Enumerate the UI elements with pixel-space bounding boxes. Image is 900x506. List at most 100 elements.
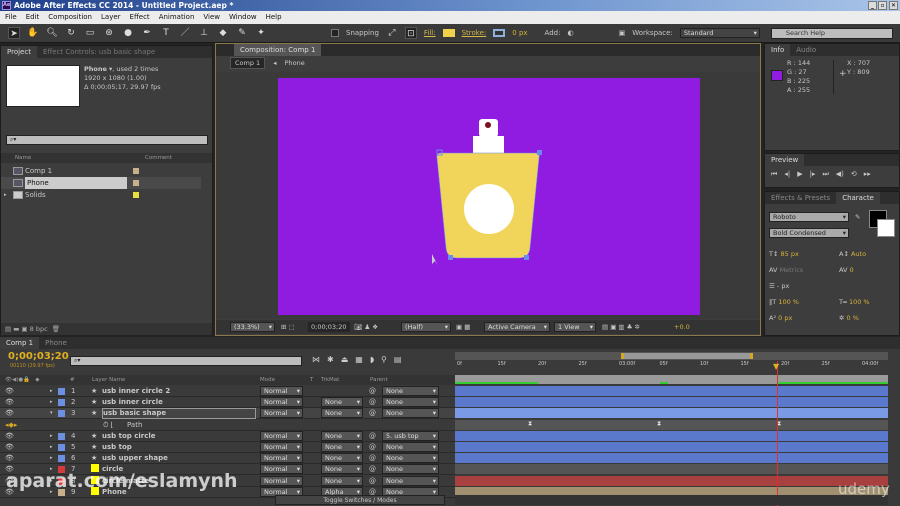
horizontal-scale[interactable]: 100 % [849, 298, 870, 306]
rotate-tool-icon[interactable]: ↻ [65, 27, 77, 39]
mode-select[interactable]: Normal [260, 453, 303, 464]
camera-select[interactable]: Active Camera [484, 322, 550, 332]
pick-whip-icon[interactable]: @ [369, 397, 376, 408]
layer-label-color[interactable] [58, 455, 65, 463]
mode-select[interactable]: Normal [260, 442, 303, 452]
layer-name[interactable]: usb inner circle 2 [102, 386, 170, 397]
minimize-button[interactable]: _ [868, 1, 877, 10]
tab-preview[interactable]: Preview [765, 154, 805, 166]
visibility-icon[interactable]: 👁︎ [5, 431, 14, 442]
layer-duration-bar[interactable] [455, 442, 888, 452]
menu-help[interactable]: Help [266, 11, 282, 24]
menu-effect[interactable]: Effect [130, 11, 150, 24]
stroke-color-swatch[interactable] [877, 219, 895, 237]
trkmat-select[interactable]: None [321, 408, 363, 419]
trkmat-select[interactable]: None [321, 464, 363, 475]
pen-tool-icon[interactable]: ✒ [141, 27, 153, 39]
property-row-path[interactable]: ◂◆▸ ⏱ ⌊ Path [0, 420, 455, 431]
layer-duration-bar[interactable] [455, 386, 888, 396]
layer-duration-bar[interactable] [455, 430, 888, 441]
toggle-switches-modes-button[interactable]: Toggle Switches / Modes [275, 495, 445, 505]
timeline-search-input[interactable]: ⌕▾ [70, 356, 302, 366]
baseline-shift[interactable]: 0 px [778, 314, 792, 322]
mode-select[interactable]: Normal [260, 386, 303, 396]
project-search-input[interactable]: ⌕▾ [6, 135, 208, 145]
pick-whip-icon[interactable]: @ [369, 386, 376, 397]
layer-row[interactable]: 👁︎ ▾ 3 ★ usb basic shape Normal None @ N… [0, 408, 455, 420]
stroke-width[interactable]: 0 px [512, 29, 527, 37]
comp-viewer[interactable] [216, 72, 760, 319]
layer-row[interactable]: 👁︎ ▸ 1 ★ usb inner circle 2 Normal @ Non… [0, 386, 455, 397]
next-frame-icon[interactable]: |▸ [810, 170, 816, 179]
parent-select[interactable]: None [382, 442, 439, 452]
layer-duration-bar[interactable] [455, 397, 888, 408]
menu-window[interactable]: Window [229, 11, 257, 24]
restore-button[interactable]: ▫ [878, 1, 887, 10]
eraser-tool-icon[interactable]: ◆ [217, 27, 229, 39]
font-family-select[interactable]: Roboto [769, 212, 849, 222]
tab-composition[interactable]: Composition: Comp 1 [234, 44, 322, 56]
exposure-value[interactable]: +0.0 [674, 320, 690, 334]
hand-tool-icon[interactable]: ✋ [27, 27, 39, 39]
region-icon[interactable]: ⊞ ⬚ [281, 320, 295, 334]
col-name[interactable]: Name [15, 153, 31, 163]
ellipse-tool-icon[interactable]: ● [122, 27, 134, 39]
selection-tool-icon[interactable]: ➤ [8, 27, 20, 39]
leading[interactable]: Auto [851, 250, 866, 258]
layer-duration-bar[interactable] [455, 453, 888, 464]
breadcrumb-phone[interactable]: Phone [285, 59, 305, 67]
search-help-input[interactable]: Search Help [770, 27, 893, 39]
time-ruler[interactable]: 0f 15f 20f 25f 03:00f 05f 10f 15f 20f 25f 04:00f [455, 361, 888, 373]
eyedropper-icon[interactable]: ✎ [855, 213, 860, 221]
layer-label-color[interactable] [58, 444, 65, 451]
kerning[interactable]: Metrics [780, 266, 804, 274]
type-tool-icon[interactable]: T [160, 27, 172, 39]
timeline-switches-icons[interactable]: ⋈✱⏏▦◗⚲▤ [312, 355, 408, 364]
pick-whip-icon[interactable]: @ [369, 464, 376, 475]
comp-canvas[interactable] [278, 78, 700, 315]
snapping-checkbox[interactable] [331, 29, 339, 37]
mode-select[interactable]: Normal [260, 430, 303, 441]
trkmat-select[interactable]: None [321, 453, 363, 464]
magnification-select[interactable]: (33.3%) [230, 322, 275, 332]
tab-audio[interactable]: Audio [790, 44, 822, 56]
expand-arrow-icon[interactable]: ▸ [50, 397, 53, 408]
workspace-select[interactable]: Standard [679, 28, 760, 38]
parent-select[interactable]: None [382, 464, 439, 475]
label-color[interactable] [133, 192, 139, 198]
label-color[interactable] [133, 168, 139, 174]
col-comment[interactable]: Comment [145, 153, 172, 163]
roto-brush-tool-icon[interactable]: ✎ [236, 27, 248, 39]
menu-edit[interactable]: Edit [26, 11, 40, 24]
layer-label-color[interactable] [58, 432, 65, 440]
mode-select[interactable]: Normal [260, 408, 303, 419]
visibility-icon[interactable]: 👁︎ [5, 386, 14, 397]
close-window-button[interactable]: ✕ [889, 1, 898, 10]
layer-name[interactable]: usb upper shape [102, 453, 168, 464]
trkmat-select[interactable]: None [321, 430, 363, 441]
visibility-icon[interactable]: 👁︎ [5, 453, 14, 464]
first-frame-icon[interactable]: ⏮ [771, 170, 777, 179]
play-icon[interactable]: ▶ [797, 170, 802, 179]
trkmat-select[interactable]: None [321, 475, 363, 486]
current-time[interactable]: 0;00;03;20 [8, 351, 69, 362]
font-size[interactable]: 85 px [781, 250, 799, 258]
layer-label-color[interactable] [58, 410, 65, 418]
layer-name[interactable]: usb inner circle [102, 397, 163, 408]
expand-arrow-icon[interactable]: ▸ [50, 386, 53, 397]
visibility-icon[interactable]: 👁︎ [5, 397, 14, 408]
snap-features-icon[interactable]: ⊡ [404, 27, 417, 39]
menu-animation[interactable]: Animation [159, 11, 195, 24]
playhead[interactable] [777, 361, 778, 506]
stroke-width-field[interactable]: - px [777, 282, 789, 290]
header-layer-name[interactable]: Layer Name [92, 375, 125, 385]
resolution-select[interactable]: (Half) [401, 322, 451, 332]
view-layout-select[interactable]: 1 View [554, 322, 596, 332]
keyframe-track[interactable]: ⧗ ⧗ ⧗ [455, 419, 888, 430]
ram-preview-icon[interactable]: ▸▸ [864, 170, 871, 179]
parent-select[interactable]: None [382, 397, 439, 408]
keyframe-icon[interactable]: ⧗ [657, 420, 661, 428]
project-item[interactable]: Comp 1 [1, 165, 201, 177]
parent-select[interactable]: 5. usb top [382, 430, 439, 441]
mode-select[interactable]: Normal [260, 464, 303, 475]
